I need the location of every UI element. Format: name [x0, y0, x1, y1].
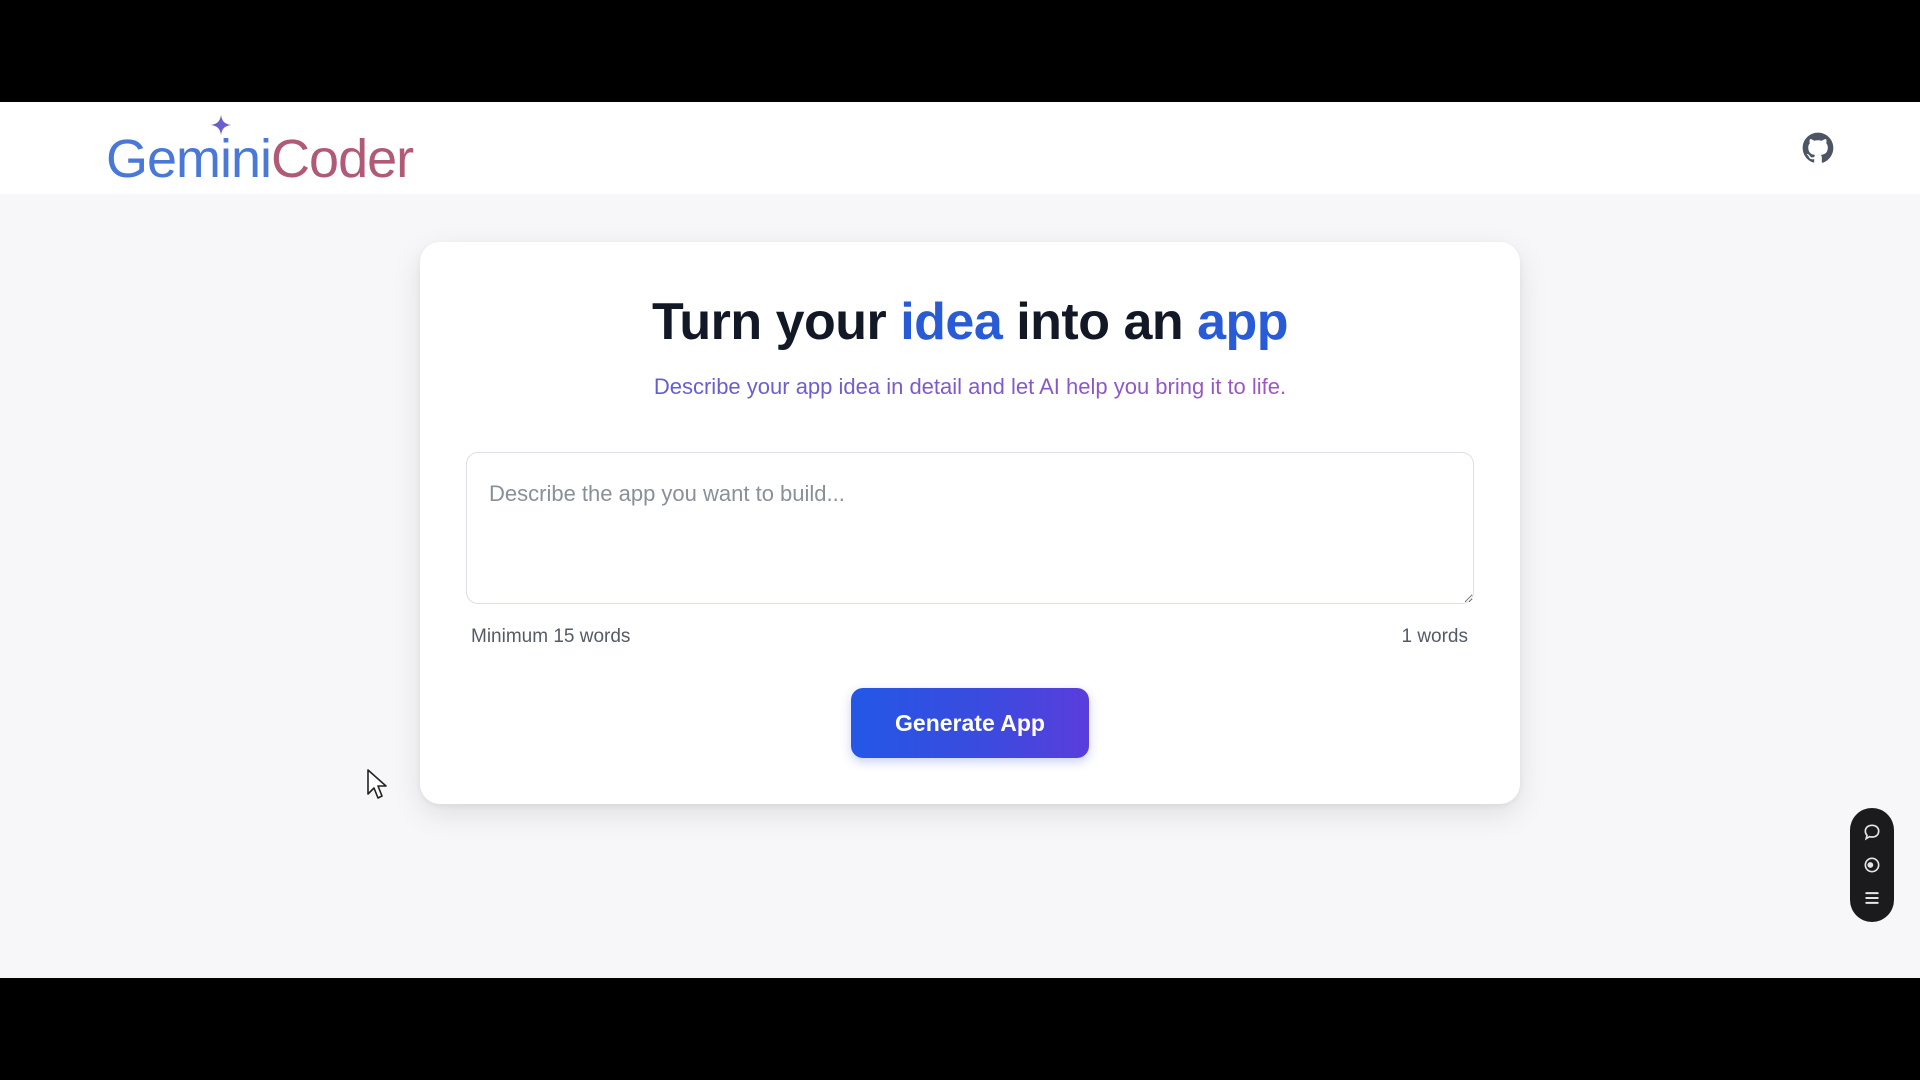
app-viewport: GeminiCoder Turn your idea into an app D… [0, 102, 1920, 978]
logo-coder: Coder [271, 129, 414, 189]
record-icon [1864, 857, 1880, 873]
subtitle: Describe your app idea in detail and let… [420, 374, 1520, 400]
title-highlight-idea: idea [900, 293, 1003, 351]
minimum-words-hint: Minimum 15 words [471, 626, 631, 647]
logo-text: GeminiCoder [106, 129, 414, 189]
chat-bubble-icon [1864, 824, 1880, 841]
letterbox-top [0, 0, 1920, 102]
app-description-input[interactable] [466, 452, 1474, 604]
title-highlight-app: app [1197, 293, 1289, 351]
title-part-1: Turn your [651, 293, 901, 351]
prompt-card: Turn your idea into an app Describe your… [420, 242, 1520, 804]
menu-icon [1865, 891, 1879, 904]
title-part-2: into an [1002, 293, 1198, 351]
page-title: Turn your idea into an app [420, 292, 1520, 352]
letterbox-bottom [0, 978, 1920, 1080]
logo[interactable]: GeminiCoder [106, 114, 414, 189]
menu-button[interactable] [1860, 886, 1884, 910]
mouse-cursor-icon [367, 769, 387, 799]
record-button[interactable] [1860, 853, 1884, 877]
side-dock [1850, 808, 1894, 922]
generate-app-button[interactable]: Generate App [851, 688, 1089, 758]
github-icon[interactable] [1802, 132, 1834, 164]
logo-gemini: Gemini [106, 129, 272, 189]
chat-button[interactable] [1860, 820, 1884, 844]
header: GeminiCoder [0, 102, 1920, 194]
word-count: 1 words [1401, 626, 1468, 647]
sparkle-icon [210, 114, 232, 136]
